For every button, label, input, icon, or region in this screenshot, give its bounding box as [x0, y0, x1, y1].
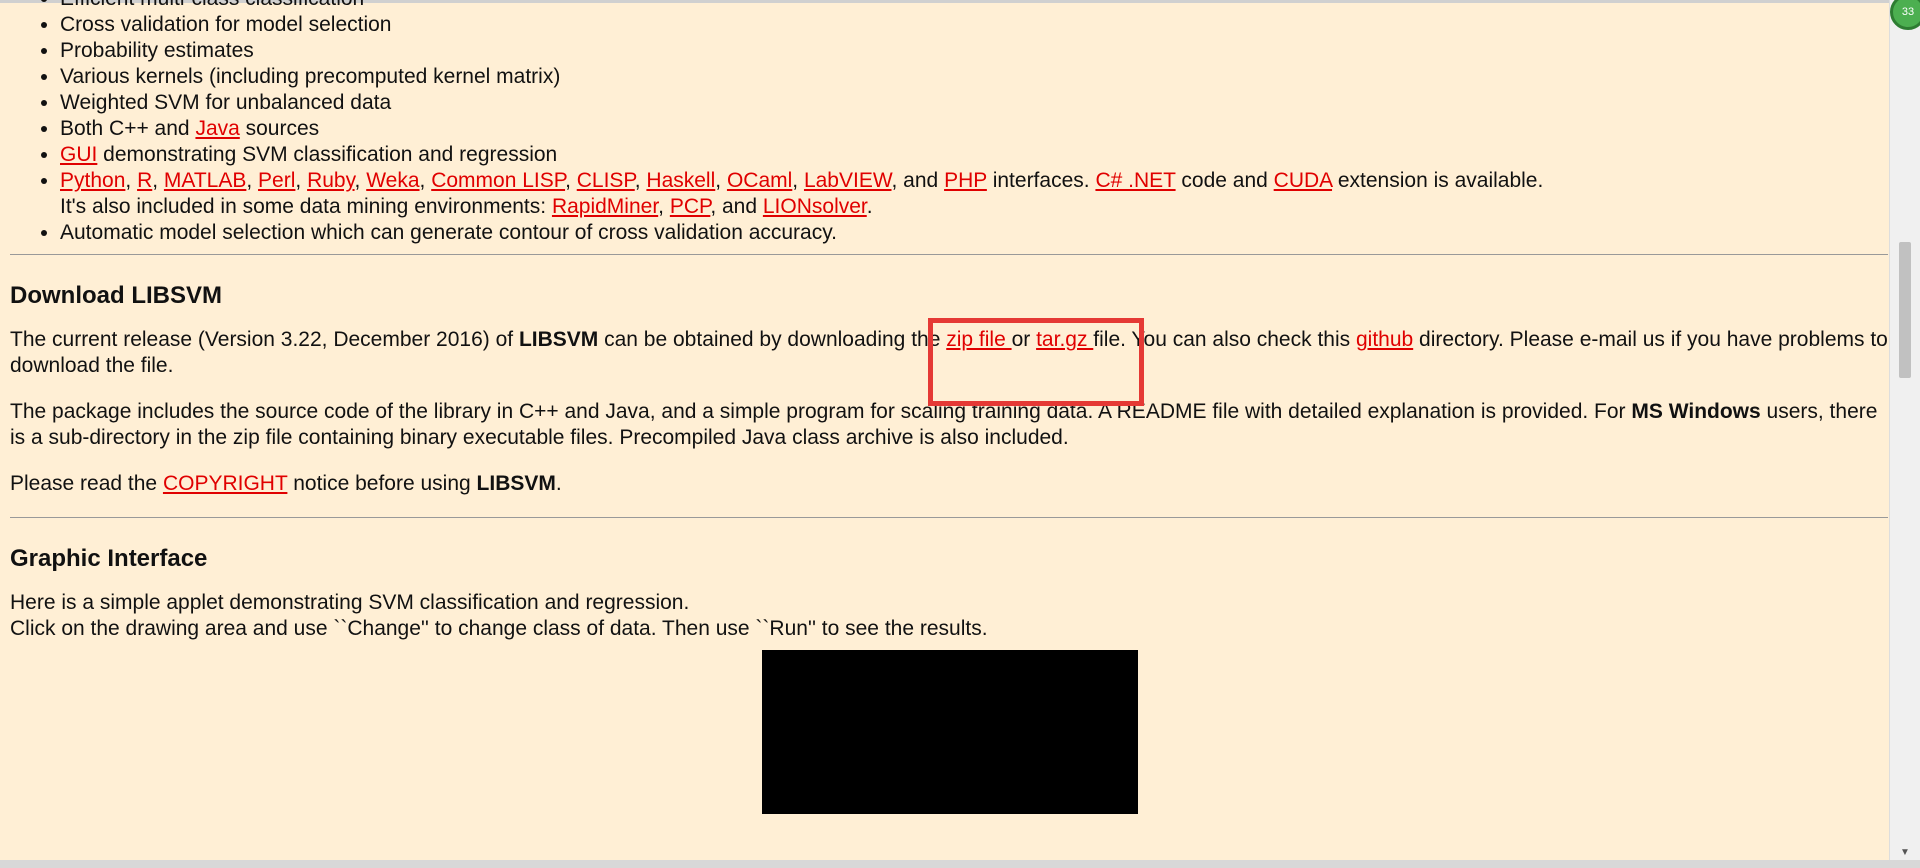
feature-item: Various kernels (including precomputed k…: [60, 64, 1890, 90]
r-link[interactable]: R: [137, 169, 152, 192]
feature-list: Efficient multi-class classification Cro…: [10, 0, 1890, 246]
section-divider: [10, 254, 1888, 255]
labview-link[interactable]: LabVIEW: [804, 169, 892, 192]
gui-link[interactable]: GUI: [60, 143, 97, 166]
ocaml-link[interactable]: OCaml: [727, 169, 792, 192]
package-paragraph: The package includes the source code of …: [10, 399, 1890, 451]
feature-item: Efficient multi-class classification: [60, 0, 1890, 12]
cuda-link[interactable]: CUDA: [1274, 169, 1332, 192]
matlab-link[interactable]: MATLAB: [164, 169, 246, 192]
vertical-scrollbar[interactable]: ▲ ▼ 33: [1889, 0, 1920, 860]
text: Here is a simple applet demonstrating SV…: [10, 591, 690, 614]
text: extension is available.: [1332, 169, 1544, 192]
download-heading: Download LIBSVM: [10, 282, 222, 309]
github-link[interactable]: github: [1356, 328, 1413, 351]
text: Please read the: [10, 472, 163, 495]
text: code and: [1175, 169, 1274, 192]
text: sources: [239, 117, 320, 140]
rapidminer-link[interactable]: RapidMiner: [552, 195, 658, 218]
csharp-link[interactable]: C# .NET: [1095, 169, 1175, 192]
text: Click on the drawing area and use ``Chan…: [10, 617, 988, 640]
page-content: Efficient multi-class classification Cro…: [10, 0, 1890, 814]
feature-item: Cross validation for model selection: [60, 12, 1890, 38]
python-link[interactable]: Python: [60, 169, 125, 192]
common-lisp-link[interactable]: Common LISP: [431, 169, 565, 192]
ruby-link[interactable]: Ruby: [307, 169, 354, 192]
scroll-down-arrow-icon[interactable]: ▼: [1899, 847, 1911, 858]
text: can be obtained by downloading the: [598, 328, 947, 351]
text: Both C++ and: [60, 117, 196, 140]
feature-item: Automatic model selection which can gene…: [60, 220, 1890, 246]
text: , and: [710, 195, 763, 218]
text: notice before using: [287, 472, 477, 495]
haskell-link[interactable]: Haskell: [646, 169, 715, 192]
php-link[interactable]: PHP: [944, 169, 987, 192]
weka-link[interactable]: Weka: [366, 169, 419, 192]
copyright-paragraph: Please read the COPYRIGHT notice before …: [10, 471, 1890, 497]
text: .: [866, 195, 873, 218]
graphic-paragraph: Here is a simple applet demonstrating SV…: [10, 590, 1890, 642]
clisp-link[interactable]: CLISP: [577, 169, 635, 192]
lionsolver-link[interactable]: LIONsolver: [763, 195, 867, 218]
svm-applet-canvas[interactable]: [762, 650, 1138, 814]
feature-item-interfaces: Python, R, MATLAB, Perl, Ruby, Weka, Com…: [60, 168, 1890, 220]
text: interfaces.: [986, 169, 1096, 192]
pcp-link[interactable]: PCP: [670, 195, 710, 218]
horizontal-scrollbar[interactable]: [0, 860, 1920, 868]
extension-badge-icon[interactable]: 33: [1890, 0, 1920, 30]
java-link[interactable]: Java: [195, 117, 239, 140]
scrollbar-thumb[interactable]: [1899, 242, 1911, 378]
feature-item: Probability estimates: [60, 38, 1890, 64]
text: It's also included in some data mining e…: [60, 195, 552, 218]
libsvm-bold: LIBSVM: [476, 472, 556, 495]
text: The package includes the source code of …: [10, 400, 1632, 423]
highlight-annotation-box: [928, 318, 1144, 406]
copyright-link[interactable]: COPYRIGHT: [163, 472, 287, 495]
page-viewport: Efficient multi-class classification Cro…: [0, 0, 1890, 860]
feature-item-sources: Both C++ and Java sources: [60, 116, 1890, 142]
text: , and: [891, 169, 945, 192]
text: The current release (Version 3.22, Decem…: [10, 328, 519, 351]
text: .: [555, 472, 562, 495]
libsvm-bold: LIBSVM: [518, 328, 599, 351]
ms-windows-bold: MS Windows: [1631, 400, 1761, 423]
perl-link[interactable]: Perl: [258, 169, 295, 192]
section-divider: [10, 517, 1888, 518]
feature-item-gui: GUI demonstrating SVM classification and…: [60, 142, 1890, 168]
text: demonstrating SVM classification and reg…: [97, 143, 558, 166]
graphic-interface-heading: Graphic Interface: [10, 545, 208, 572]
feature-item: Weighted SVM for unbalanced data: [60, 90, 1890, 116]
